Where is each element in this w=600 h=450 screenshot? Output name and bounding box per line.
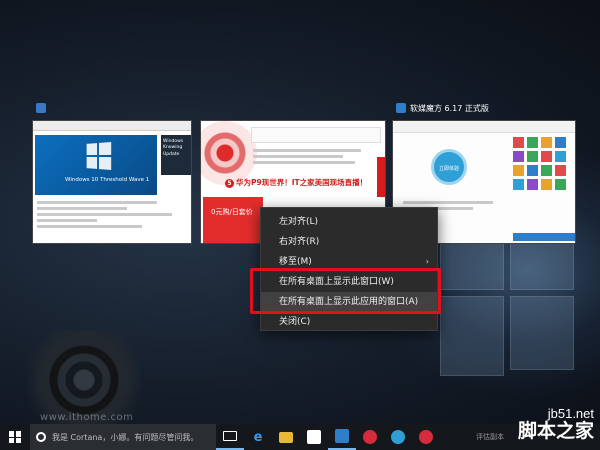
taskbar-store[interactable] <box>300 424 328 450</box>
app-footer <box>513 233 575 241</box>
windows-logo-icon <box>86 141 112 171</box>
window-title-3[interactable]: 软媒魔方 6.17 正式版 <box>392 98 576 118</box>
globe-icon <box>391 430 405 444</box>
hero-caption: Windows 10 Threshold Wave 1 <box>65 177 150 183</box>
taskbar-file-explorer[interactable] <box>272 424 300 450</box>
camera-lens-image <box>201 121 257 185</box>
number-badge: 5 <box>225 179 234 188</box>
taskbar-edge[interactable]: e <box>244 424 272 450</box>
cortana-icon <box>36 432 46 442</box>
cortana-search-box[interactable]: 我是 Cortana，小娜。有问题尽管问我。 <box>30 424 216 450</box>
camera-app-icon <box>419 430 433 444</box>
window-title-1[interactable] <box>32 98 192 118</box>
browser-toolbar <box>33 121 191 131</box>
side-caption: Windows Knowing Update <box>163 139 184 157</box>
experience-button: 立即体验 <box>431 149 467 185</box>
window-title-text: 软媒魔方 6.17 正式版 <box>410 103 489 113</box>
ad-block: 0元购/日套价 <box>203 197 263 243</box>
experience-label: 立即体验 <box>438 166 459 172</box>
wallpaper-watermark: www.ithome.com <box>40 412 134 423</box>
browser-icon <box>36 103 46 113</box>
chevron-right-icon: › <box>425 257 429 266</box>
windows-logo-icon <box>9 431 21 443</box>
app-toolbar <box>393 121 575 133</box>
pinned-app-icon <box>363 430 377 444</box>
task-view-button[interactable] <box>216 424 244 450</box>
menu-item-close[interactable]: 关闭(C) <box>261 312 437 332</box>
rubik-app-icon <box>335 429 349 443</box>
hero-image: Windows 10 Threshold Wave 1 <box>35 135 157 195</box>
menu-item-move-to[interactable]: 移至(M) › <box>261 252 437 272</box>
taskbar-app-active[interactable] <box>328 424 356 450</box>
window-thumbnail-1[interactable]: Windows 10 Threshold Wave 1 Windows Know… <box>32 120 192 244</box>
app-icon <box>396 103 406 113</box>
ad-caption: 0元购/日套价 <box>211 208 253 216</box>
side-panel: Windows Knowing Update <box>161 135 191 175</box>
tool-tiles <box>513 137 573 190</box>
menu-item-show-app-windows-all-desktops[interactable]: 在所有桌面上显示此应用的窗口(A) <box>261 292 437 312</box>
edge-icon: e <box>253 429 263 445</box>
site-watermark: jb51.net 脚本之家 <box>517 406 594 443</box>
menu-item-snap-right[interactable]: 右对齐(R) <box>261 232 437 252</box>
article-lines <box>37 201 187 231</box>
news-banner: 5 华为P9现世界！IT之家美国现场直播！ <box>225 177 367 188</box>
menu-item-show-window-all-desktops[interactable]: 在所有桌面上显示此窗口(W) <box>261 272 437 292</box>
watermark-name: 脚本之家 <box>517 420 594 443</box>
taskbar-app-red[interactable] <box>356 424 384 450</box>
window-context-menu: 左对齐(L) 右对齐(R) 移至(M) › 在所有桌面上显示此窗口(W) 在所有… <box>260 207 438 331</box>
page-header <box>251 127 381 143</box>
search-placeholder: 我是 Cortana，小娜。有问题尽管问我。 <box>52 432 199 442</box>
evaluation-copy-label: 评估副本 <box>476 433 504 441</box>
taskbar: 我是 Cortana，小娜。有问题尽管问我。 e 评估副本 <box>0 424 600 450</box>
folder-icon <box>279 431 293 443</box>
taskbar-app-globe[interactable] <box>384 424 412 450</box>
article-lines <box>253 149 373 167</box>
task-view-icon <box>223 431 237 441</box>
side-ad <box>377 157 385 197</box>
store-icon <box>307 430 321 444</box>
menu-item-snap-left[interactable]: 左对齐(L) <box>261 212 437 232</box>
taskbar-app-camera[interactable] <box>412 424 440 450</box>
start-button[interactable] <box>0 424 30 450</box>
